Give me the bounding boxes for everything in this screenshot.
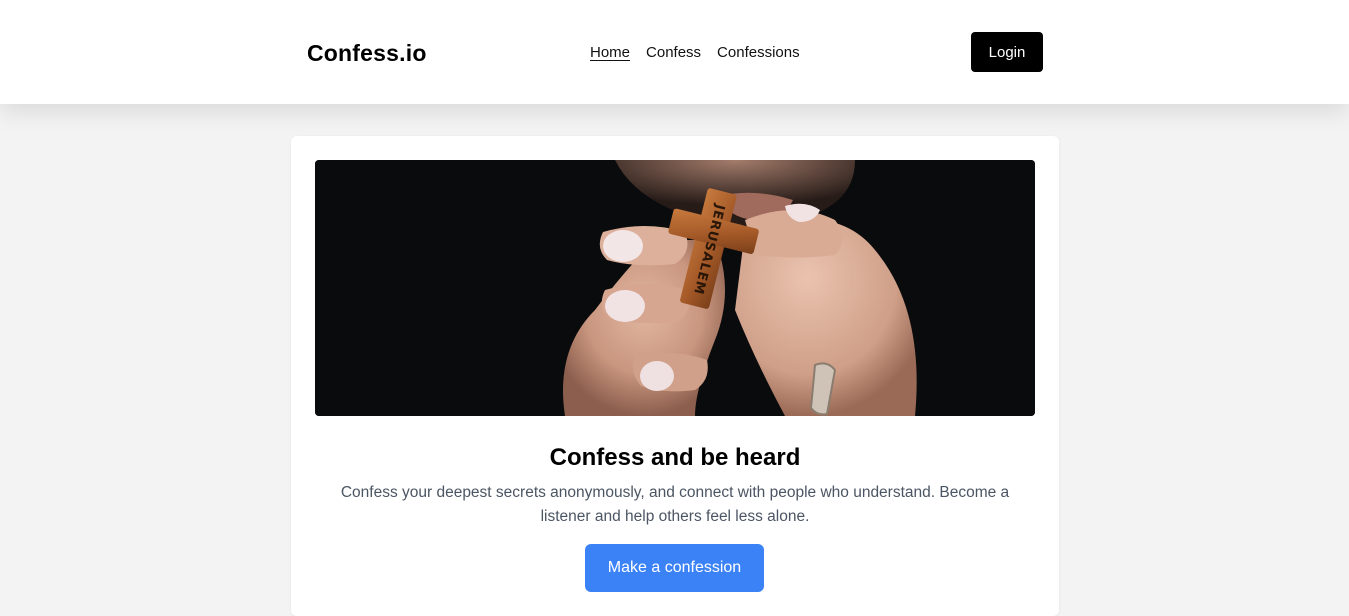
nav-link-confessions[interactable]: Confessions xyxy=(717,42,800,64)
nav-link-home[interactable]: Home xyxy=(590,42,630,64)
nav-link-confess[interactable]: Confess xyxy=(646,42,701,64)
make-confession-button[interactable]: Make a confession xyxy=(585,544,764,592)
page-description: Confess your deepest secrets anonymously… xyxy=(340,484,1010,525)
nail-left-1 xyxy=(603,230,643,262)
nail-left-3 xyxy=(640,361,674,391)
hero-image: JERUSALEM xyxy=(315,160,1035,416)
nail-left-2 xyxy=(605,290,645,322)
brand-logo[interactable]: Confess.io xyxy=(307,38,427,68)
nav-links: Home Confess Confessions xyxy=(590,42,800,64)
login-button[interactable]: Login xyxy=(971,32,1043,72)
navbar: Confess.io Home Confess Confessions Logi… xyxy=(0,0,1349,104)
hero-card: JERUSALEM Confess and be heard Confess y… xyxy=(291,136,1059,616)
page-title: Confess and be heard xyxy=(549,444,801,471)
